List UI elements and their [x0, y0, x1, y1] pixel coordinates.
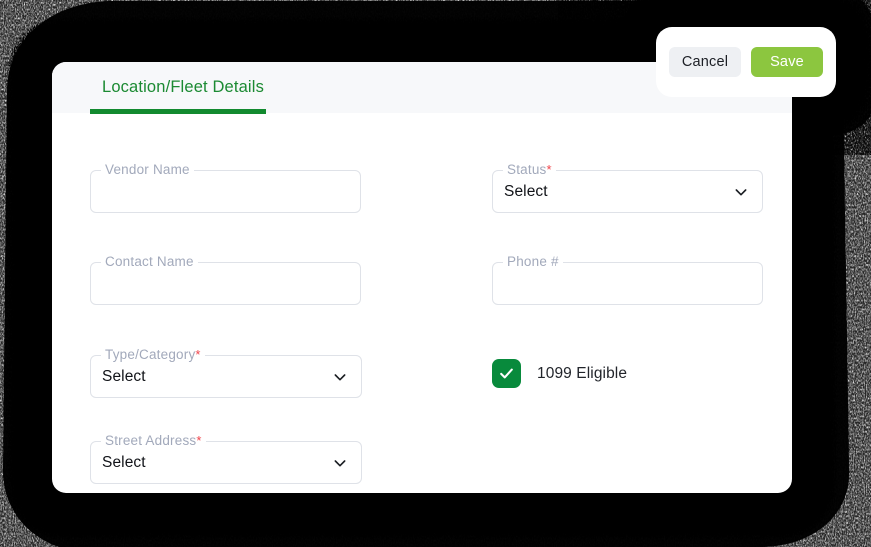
field-vendor-name[interactable]: Vendor Name — [90, 162, 361, 213]
field-label-phone-number: Phone # — [503, 254, 563, 270]
checkmark-icon — [500, 368, 513, 379]
save-button[interactable]: Save — [751, 47, 823, 77]
field-contact-name[interactable]: Contact Name — [90, 254, 361, 305]
field-status[interactable]: Status* Select — [492, 162, 763, 213]
field-label-contact-name: Contact Name — [101, 254, 198, 270]
chevron-down-icon[interactable] — [733, 170, 749, 213]
field-value-type-category: Select — [102, 367, 146, 385]
checkbox-1099-eligible[interactable] — [492, 359, 521, 388]
field-value-street-address: Select — [102, 453, 146, 471]
tab-label: Location/Fleet Details — [102, 78, 264, 96]
field-street-address[interactable]: Street Address* Select — [90, 433, 362, 484]
field-value-status: Select — [504, 182, 548, 200]
location-fleet-details-card: Location/Fleet Details Vendor Name Statu… — [52, 62, 792, 493]
field-phone-number[interactable]: Phone # — [492, 254, 763, 305]
chevron-down-icon[interactable] — [332, 355, 348, 398]
cancel-button[interactable]: Cancel — [669, 47, 741, 77]
field-label-vendor-name: Vendor Name — [101, 162, 194, 178]
action-bar: Cancel Save — [656, 27, 836, 97]
checkbox-label-1099-eligible: 1099 Eligible — [537, 364, 628, 382]
required-marker: * — [196, 433, 202, 448]
checkbox-row-1099-eligible[interactable]: 1099 Eligible — [492, 359, 627, 388]
vendor-form: Vendor Name Status* Select Contact Name — [52, 113, 792, 493]
field-type-category[interactable]: Type/Category* Select — [90, 347, 362, 398]
required-marker: * — [195, 347, 201, 362]
chevron-down-icon[interactable] — [332, 441, 348, 484]
tab-location-fleet-details[interactable]: Location/Fleet Details — [90, 62, 276, 113]
screenshot-root: Location/Fleet Details Vendor Name Statu… — [0, 0, 871, 547]
